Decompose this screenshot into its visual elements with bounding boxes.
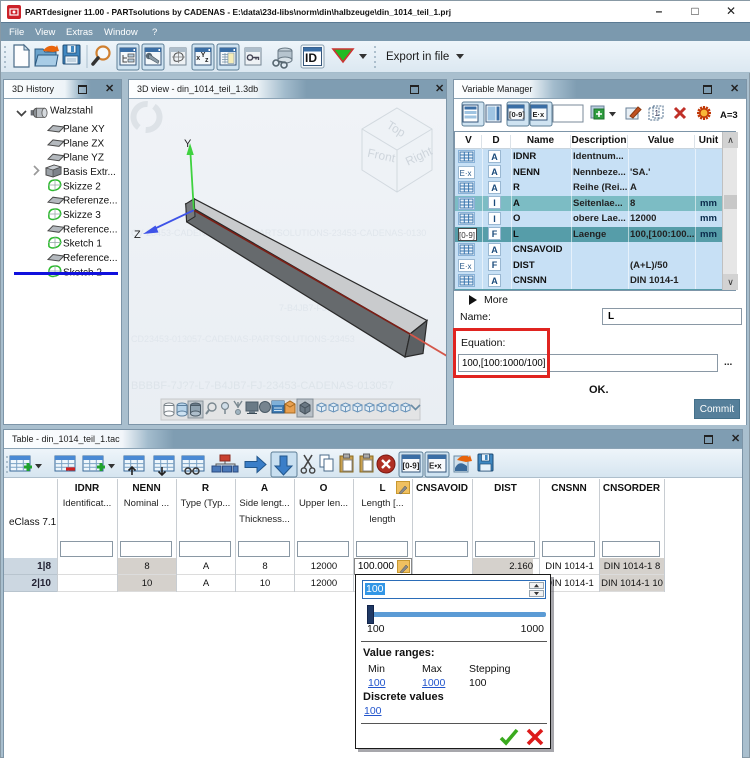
svg-text:E·x: E·x — [460, 262, 472, 271]
svg-text:Reference...: Reference... — [63, 224, 117, 235]
svg-text:x: x — [196, 55, 200, 62]
svg-text:E·x: E·x — [460, 169, 472, 178]
svg-text:Skizze 3: Skizze 3 — [63, 210, 101, 221]
svg-text:A=3: A=3 — [720, 110, 738, 121]
svg-text:CD23453-013057-CADENAS-PARTSOL: CD23453-013057-CADENAS-PARTSOLUTIONS-234… — [131, 334, 355, 344]
svg-text:[0-9]: [0-9] — [403, 462, 420, 471]
svg-text:Y: Y — [184, 138, 192, 150]
svg-text:[0-9]: [0-9] — [459, 231, 475, 240]
svg-text:Z: Z — [134, 229, 141, 241]
svg-text:Export in file: Export in file — [386, 51, 449, 63]
svg-text:ID: ID — [305, 51, 317, 65]
svg-text:1: 1 — [655, 109, 660, 118]
svg-text:Skizze 2: Skizze 2 — [63, 181, 101, 192]
svg-text:Plane ZX: Plane ZX — [63, 138, 104, 149]
svg-text:Sketch 1: Sketch 1 — [63, 239, 102, 250]
svg-text:Reference...: Reference... — [63, 253, 117, 264]
svg-text:[0-9]: [0-9] — [509, 110, 525, 119]
svg-text:CV-23453-CADENAS-013057-PARTSO: CV-23453-CADENAS-013057-PARTSOLUTIONS-23… — [131, 228, 426, 238]
svg-text:E•x: E•x — [429, 462, 442, 471]
svg-text:Referenze...: Referenze... — [63, 196, 117, 207]
svg-text:z: z — [205, 57, 209, 64]
svg-text:Basis Extr...: Basis Extr... — [63, 167, 116, 178]
svg-text:Plane XY: Plane XY — [63, 124, 105, 135]
svg-text:E·x: E·x — [533, 110, 546, 119]
svg-text:Plane YZ: Plane YZ — [63, 153, 104, 164]
svg-text:BBBBF-7J?7-L7-B4JB7-FJ-23453-C: BBBBF-7J?7-L7-B4JB7-FJ-23453-CADENAS-013… — [131, 380, 394, 392]
svg-text:Walzstahl: Walzstahl — [50, 106, 93, 117]
